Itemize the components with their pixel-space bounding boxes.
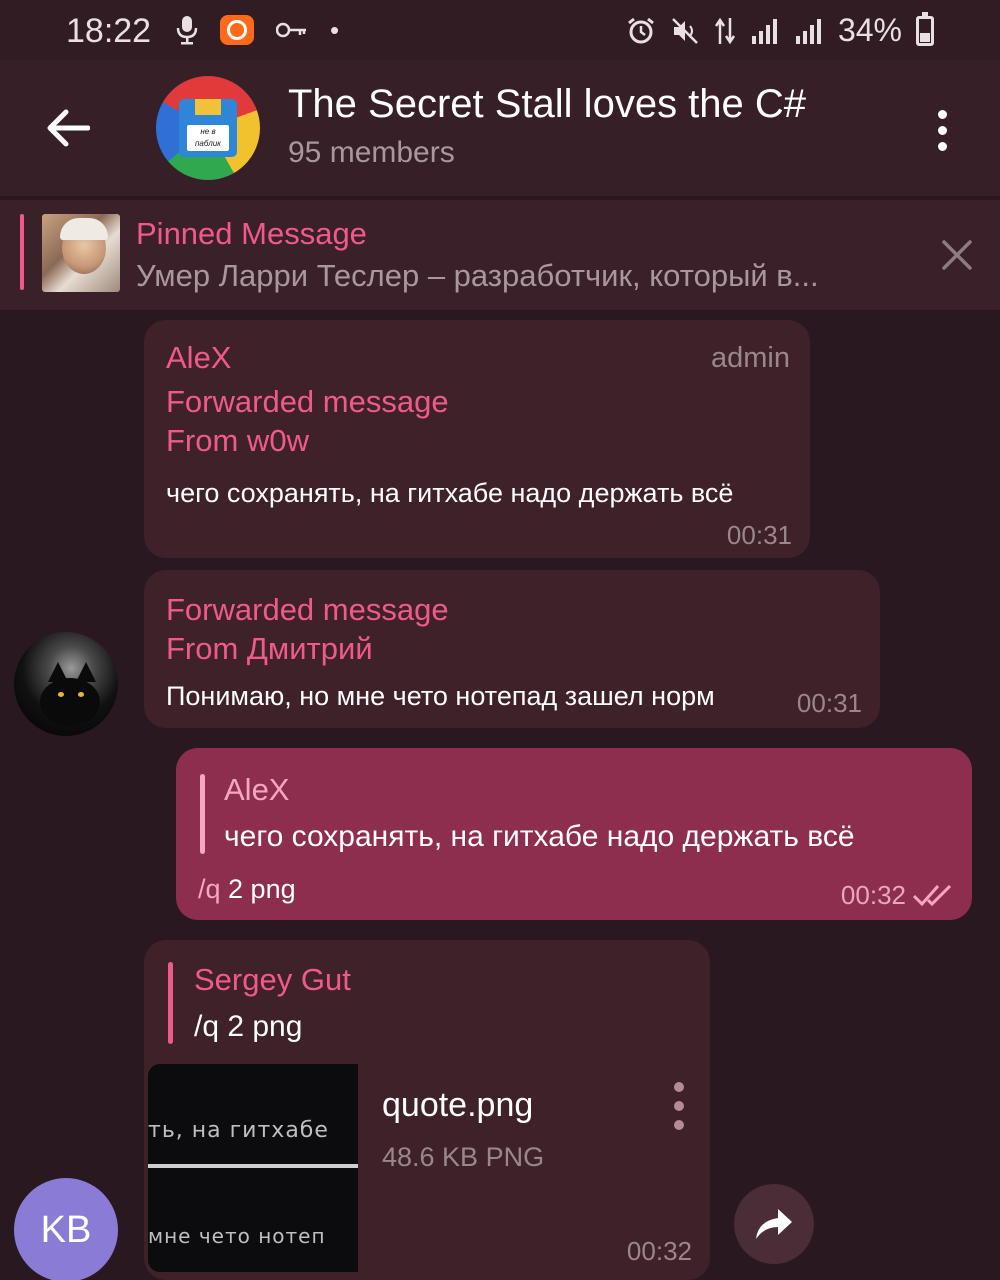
forwarded-label: Forwarded message [166,384,449,419]
thumb-text: мне чето нотеп [148,1224,326,1248]
admin-badge: admin [711,342,790,374]
close-icon[interactable] [940,238,974,272]
avatar-label: не в паблик [187,125,229,151]
status-icons-left: • [176,14,339,46]
forwarded-label: Forwarded message [166,592,449,627]
file-size: 48.6 KB PNG [382,1142,545,1172]
message-time: 00:31 [796,688,862,718]
thumb-text: ть, на гитхабе [148,1118,329,1143]
message-time: 00:32 [626,1236,692,1266]
message-text: /q 2 png [198,874,296,905]
double-check-icon [912,882,954,913]
status-icons-right: 34% [626,11,934,49]
chat-header: не в паблик The Secret Stall loves the C… [0,60,1000,196]
reply-text: /q 2 png [194,1010,303,1043]
message-time: 00:32 [840,880,906,910]
reply-accent-bar [200,774,205,854]
pinned-message-bar[interactable]: Pinned Message Умер Ларри Теслер – разра… [0,200,1000,310]
signal-icon [794,16,824,46]
message-bubble[interactable]: AleX admin Forwarded message From w0w че… [144,320,810,558]
command-link[interactable]: /q [198,874,221,904]
mic-icon [176,14,198,46]
file-menu-button[interactable] [668,1082,690,1130]
reply-text: чего сохранять, на гитхабе надо держать … [224,820,855,853]
back-button[interactable] [36,96,100,160]
floppy-icon: не в паблик [179,99,237,157]
pinned-accent-bar [20,214,24,290]
mute-icon [670,16,700,46]
forwarded-from[interactable]: From Дмитрий [166,631,373,667]
status-time: 18:22 [66,12,152,50]
group-title[interactable]: The Secret Stall loves the C# [288,82,806,127]
more-menu-button[interactable] [924,102,960,158]
data-arrows-icon [714,16,736,46]
reply-sender[interactable]: AleX [224,772,289,808]
battery-percent: 34% [837,12,902,48]
message-time: 00:31 [726,520,792,550]
pinned-thumbnail [42,214,120,292]
alarm-icon [626,16,656,46]
status-bar: 18:22 • 34% [0,0,1000,60]
forwarded-from[interactable]: From w0w [166,423,309,459]
dot-icon: • [330,14,340,45]
message-text: чего сохранять, на гитхабе надо держать … [166,478,734,508]
message-text-rest: 2 png [220,874,296,904]
message-bubble[interactable]: Forwarded message From Дмитрий Понимаю, … [144,570,880,728]
battery-icon [916,11,934,46]
outgoing-message-bubble[interactable]: AleX чего сохранять, на гитхабе надо дер… [176,748,972,920]
group-avatar[interactable]: не в паблик [156,76,260,180]
file-thumbnail[interactable]: ть, на гитхабе мне чето нотеп [148,1064,358,1272]
message-text: Понимаю, но мне чето нотепад зашел норм [166,681,715,711]
pinned-text: Умер Ларри Теслер – разработчик, который… [136,258,819,293]
share-arrow-icon [756,1209,792,1239]
sender-name[interactable]: AleX [166,340,231,376]
avatar[interactable]: KB [14,1178,118,1280]
reply-sender[interactable]: Sergey Gut [194,962,351,998]
key-icon [276,20,308,40]
avatar[interactable] [14,632,118,736]
mi-app-icon [220,15,254,45]
share-button[interactable] [734,1184,814,1264]
reply-accent-bar [168,962,173,1044]
file-name[interactable]: quote.png [382,1086,533,1125]
group-members: 95 members [288,136,455,169]
pinned-title: Pinned Message [136,216,367,251]
back-arrow-icon [47,109,90,147]
signal-icon [750,16,780,46]
